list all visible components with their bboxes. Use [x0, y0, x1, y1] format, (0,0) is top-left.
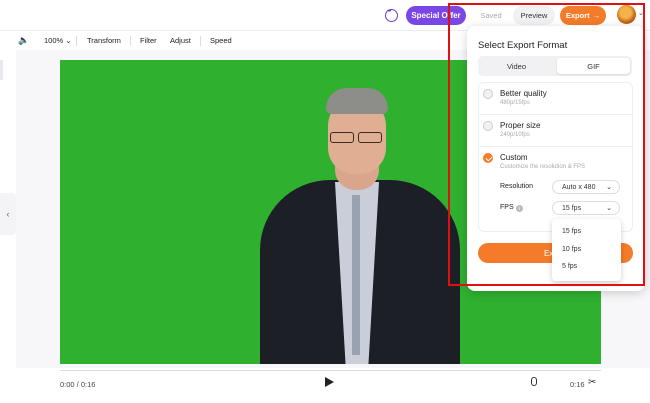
volume-icon[interactable]: 🔈: [18, 35, 29, 46]
fps-option-10[interactable]: 10 fps: [562, 246, 581, 253]
divider: [200, 36, 201, 46]
play-icon[interactable]: [325, 377, 334, 387]
transform-button[interactable]: Transform: [87, 36, 121, 45]
resolution-value: Auto x 480: [562, 183, 596, 191]
timeline-track[interactable]: [60, 370, 601, 371]
speed-button[interactable]: Speed: [210, 36, 232, 45]
duration: 0:16: [570, 380, 585, 389]
export-button-label: Export: [565, 11, 590, 20]
divider: [76, 36, 77, 46]
resolution-label: Resolution: [500, 183, 534, 190]
special-offer-button[interactable]: Special Offer: [406, 6, 466, 25]
tab-video[interactable]: Video: [480, 58, 553, 74]
side-panel-edge: [0, 60, 3, 80]
preview-button[interactable]: Preview: [513, 6, 555, 25]
fps-label: FPS: [500, 204, 514, 211]
info-icon[interactable]: i: [516, 205, 523, 212]
arrow-right-icon: →: [592, 11, 601, 20]
divider: [130, 36, 131, 46]
tab-gif[interactable]: GIF: [557, 58, 630, 74]
option-custom-radio[interactable]: [483, 153, 493, 163]
option-custom-subtitle: Customize the resolution & FPS: [500, 164, 586, 170]
divider: [478, 114, 633, 115]
option-proper-size-subtitle: 240p/10fps: [500, 132, 530, 138]
option-better-quality-radio[interactable]: [483, 89, 493, 99]
person-shirt-fold: [352, 195, 360, 355]
fps-option-15[interactable]: 15 fps: [562, 228, 581, 235]
microphone-icon[interactable]: [531, 377, 537, 386]
chevron-down-icon: ⌄: [65, 36, 72, 45]
option-proper-size-radio[interactable]: [483, 121, 493, 131]
saved-status: Saved: [480, 11, 502, 20]
panel-title: Select Export Format: [478, 40, 568, 51]
current-time: 0:00 / 0:16: [60, 380, 96, 389]
chevron-down-icon[interactable]: ⌄: [638, 9, 644, 17]
zoom-select[interactable]: 100% ⌄: [44, 36, 72, 45]
collapse-panel-button[interactable]: ‹: [0, 193, 16, 235]
person-hair: [326, 88, 388, 114]
zoom-value: 100%: [44, 36, 64, 45]
option-better-quality-title[interactable]: Better quality: [500, 89, 547, 98]
export-button[interactable]: Export →: [560, 6, 606, 25]
option-better-quality-subtitle: 480p/15fps: [500, 100, 530, 106]
adjust-button[interactable]: Adjust: [170, 36, 191, 45]
option-custom-title[interactable]: Custom: [500, 153, 528, 162]
filter-button[interactable]: Filter: [140, 36, 157, 45]
chat-icon[interactable]: [385, 9, 398, 22]
option-proper-size-title[interactable]: Proper size: [500, 121, 540, 130]
scissors-icon[interactable]: ✂: [588, 377, 596, 388]
chevron-down-icon: ⌄: [606, 205, 612, 212]
divider: [478, 146, 633, 147]
format-tabs: Video GIF: [478, 56, 632, 76]
fps-dropdown: 15 fps 10 fps 5 fps: [552, 219, 621, 281]
resolution-select[interactable]: Auto x 480 ⌄: [552, 180, 620, 194]
avatar[interactable]: [617, 5, 636, 24]
fps-select[interactable]: 15 fps ⌄: [552, 201, 620, 215]
chevron-down-icon: ⌄: [606, 184, 612, 191]
person-glasses: [328, 132, 390, 144]
chevron-left-icon: ‹: [6, 209, 10, 219]
fps-value: 15 fps: [562, 204, 582, 212]
fps-option-5[interactable]: 5 fps: [562, 263, 577, 270]
